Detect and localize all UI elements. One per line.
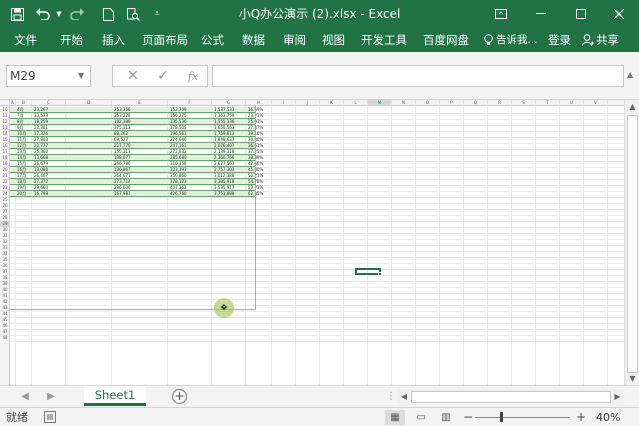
tab-developer[interactable]: 开发工具: [361, 28, 407, 52]
row-headers: 10 11 12 13 14 15 16 17 18 19 20 21 22 23 24 25 26 27 28 29…: [0, 106, 10, 385]
tab-formulas[interactable]: 公式: [201, 28, 224, 52]
worksheet-grid[interactable]: ABCDEFGHIJKLMNOPQRSTUV 10 11 12 13 14 15 16 17 1…: [0, 100, 624, 385]
gridline-horizontal: [10, 341, 624, 342]
horizontal-scroll-thumb[interactable]: [411, 391, 611, 403]
add-sheet-icon[interactable]: +: [172, 389, 187, 404]
page-layout-view-icon[interactable]: ▭: [411, 410, 431, 425]
gridline-horizontal: [10, 311, 624, 312]
login-button[interactable]: 登录: [548, 28, 571, 52]
scroll-left-icon[interactable]: ◀: [398, 389, 410, 405]
row-header-48[interactable]: 48: [0, 335, 10, 341]
print-preview-icon[interactable]: [124, 4, 142, 24]
minimize-button[interactable]: [521, 0, 561, 28]
vertical-scroll-thumb[interactable]: [627, 115, 638, 373]
undo-icon[interactable]: [34, 4, 52, 24]
enter-icon[interactable]: ✓: [157, 66, 169, 86]
horizontal-scrollbar[interactable]: ◀ ▶: [398, 389, 624, 405]
status-ready-text: 就绪: [6, 411, 28, 424]
sheet-tabs-bar: ◀ ▶ Sheet1 + ⋮ ◀ ▶: [0, 385, 639, 407]
tab-view[interactable]: 视图: [322, 28, 345, 52]
move-cursor-icon: ✥: [220, 303, 228, 312]
tab-review[interactable]: 审阅: [283, 28, 306, 52]
scroll-up-icon[interactable]: ▲: [625, 100, 639, 114]
zoom-in-button[interactable]: +: [576, 409, 586, 426]
name-box-dropdown-icon[interactable]: ▼: [78, 65, 90, 87]
formula-input[interactable]: [212, 65, 624, 87]
tab-insert[interactable]: 插入: [102, 28, 125, 52]
zoom-out-button[interactable]: −: [463, 409, 473, 426]
cancel-icon[interactable]: ✕: [127, 66, 139, 86]
cell-area[interactable]: 4月 23,267 253,366 152,709 1,537,531 16.59% 7月 3…: [10, 106, 624, 385]
share-person-icon: [581, 28, 594, 52]
tab-file[interactable]: 文件: [14, 28, 37, 52]
formula-buttons: ✕ ✓ fx: [112, 65, 208, 87]
zoom-level[interactable]: 40%: [596, 408, 620, 426]
tab-data[interactable]: 数据: [242, 28, 265, 52]
fill-handle[interactable]: [378, 272, 382, 276]
gridline-horizontal: [10, 335, 624, 336]
zoom-slider[interactable]: [475, 417, 570, 418]
redo-icon[interactable]: [68, 4, 86, 24]
page-break-view-icon[interactable]: ▥: [436, 410, 456, 425]
ribbon-tabs: 文件 开始 插入 页面布局 公式 数据 审阅 视图 开发工具 百度网盘 告诉我.…: [0, 28, 639, 52]
close-button[interactable]: [599, 0, 639, 28]
new-file-icon[interactable]: [100, 4, 116, 24]
save-icon[interactable]: [8, 4, 26, 24]
title-bar: ▼ ⩡ 小Q办公演示 (2).xlsx - Excel: [0, 0, 639, 28]
normal-view-icon[interactable]: ▦: [385, 410, 405, 425]
excel-window: ▼ ⩡ 小Q办公演示 (2).xlsx - Excel 文件 开始 插入 页面布…: [0, 0, 639, 426]
insert-function-icon[interactable]: fx: [185, 66, 201, 86]
share-button[interactable]: 共享: [596, 28, 619, 52]
print-area-border: [10, 106, 256, 310]
undo-dropdown-icon[interactable]: ▼: [55, 4, 63, 24]
tab-home[interactable]: 开始: [60, 28, 83, 52]
formula-bar: M29 ▼ ✕ ✓ fx ▲: [0, 52, 639, 100]
status-bar: 就绪 ▤ ▦ ▭ ▥ − + 40%: [0, 407, 639, 426]
tab-baidu-netdisk[interactable]: 百度网盘: [423, 28, 469, 52]
maximize-button[interactable]: [561, 0, 601, 28]
prev-sheet-icon[interactable]: ◀: [18, 390, 32, 404]
customize-icon[interactable]: ⩡: [150, 4, 164, 24]
expand-formula-bar-icon[interactable]: ▲: [627, 70, 633, 79]
scroll-down-icon[interactable]: ▼: [625, 372, 639, 385]
gridline-horizontal: [10, 329, 624, 330]
gridline-horizontal: [10, 317, 624, 318]
ribbon-display-options-icon[interactable]: [481, 0, 521, 28]
scroll-right-icon[interactable]: ▶: [611, 389, 624, 405]
zoom-slider-thumb[interactable]: [500, 412, 503, 422]
tab-page-layout[interactable]: 页面布局: [142, 28, 188, 52]
lightbulb-icon: [482, 28, 494, 52]
next-sheet-icon[interactable]: ▶: [44, 390, 58, 404]
sheet-tab-sheet1[interactable]: Sheet1: [84, 386, 146, 406]
vertical-scrollbar[interactable]: ▲ ▼: [624, 100, 639, 385]
macro-recording-icon[interactable]: ▤: [44, 411, 56, 423]
gridline-horizontal: [10, 323, 624, 324]
tab-split-handle[interactable]: ⋮: [386, 390, 396, 404]
tell-me-box[interactable]: 告诉我...: [496, 28, 538, 52]
